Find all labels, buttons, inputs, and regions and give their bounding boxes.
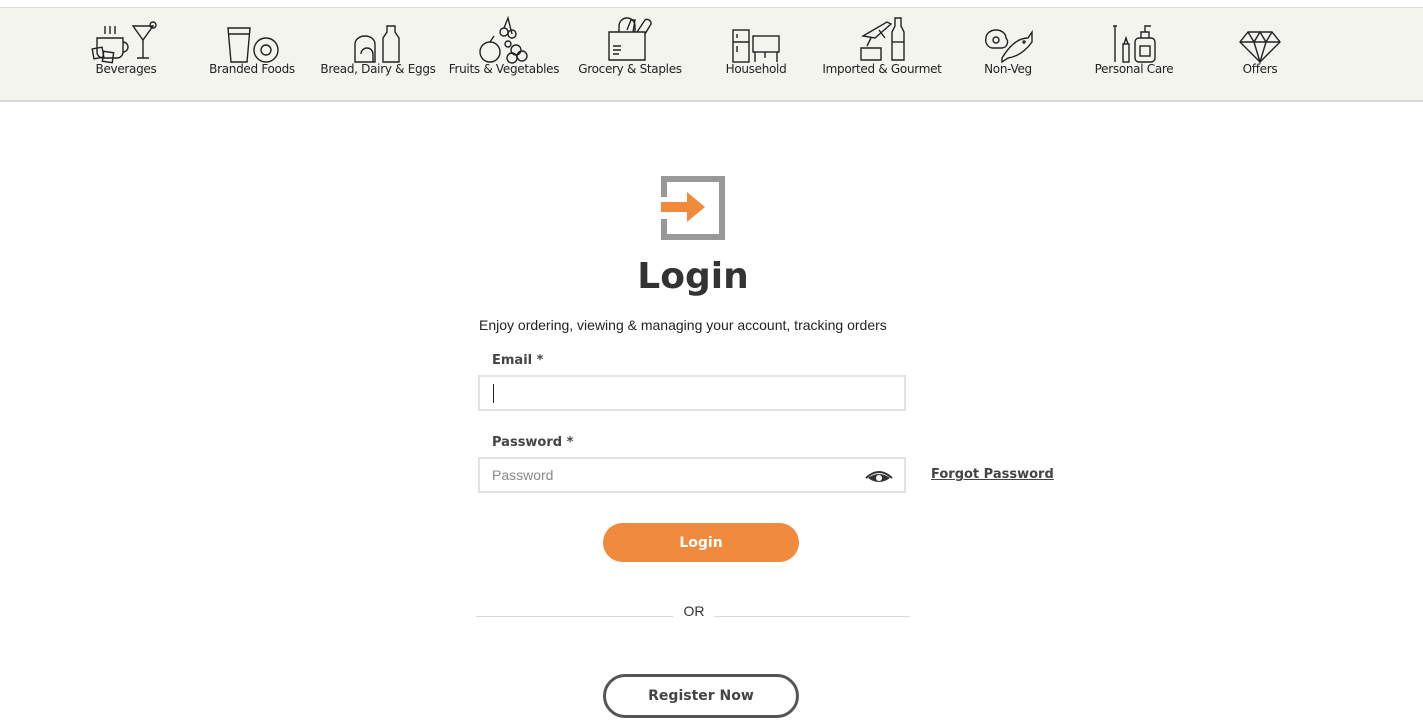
category-label: Household: [725, 62, 787, 76]
register-now-button[interactable]: Register Now: [603, 674, 799, 718]
category-label: Imported & Gourmet: [822, 62, 942, 76]
category-grocery-staples[interactable]: Grocery & Staples: [567, 8, 693, 102]
meat-fish-icon: [945, 16, 1071, 64]
category-label: Non-Veg: [984, 62, 1032, 76]
text-caret: [493, 384, 494, 403]
category-household[interactable]: Household: [693, 8, 819, 102]
beverages-icon: [63, 16, 189, 64]
top-border: [0, 0, 1423, 8]
category-bar: Beverages Branded Foods Bread, Dairy & E…: [0, 8, 1423, 102]
category-offers[interactable]: Offers: [1197, 8, 1323, 102]
grocery-bag-icon: [567, 16, 693, 64]
category-imported-gourmet[interactable]: Imported & Gourmet: [819, 8, 945, 102]
branded-foods-icon: [189, 16, 315, 64]
personal-care-icon: [1071, 16, 1197, 64]
category-label: Grocery & Staples: [578, 62, 682, 76]
category-bread-dairy-eggs[interactable]: Bread, Dairy & Eggs: [315, 8, 441, 102]
or-separator: OR: [683, 603, 705, 619]
login-arrow-icon: [661, 176, 725, 240]
category-label: Fruits & Vegetables: [448, 62, 560, 76]
page-title: Login: [637, 256, 749, 297]
password-label: Password *: [492, 435, 574, 450]
fruits-vegetables-icon: [441, 16, 567, 64]
category-fruits-vegetables[interactable]: Fruits & Vegetables: [441, 8, 567, 102]
category-branded-foods[interactable]: Branded Foods: [189, 8, 315, 102]
login-button[interactable]: Login: [603, 523, 799, 562]
category-label: Personal Care: [1094, 62, 1174, 76]
imported-gourmet-icon: [819, 16, 945, 64]
category-personal-care[interactable]: Personal Care: [1071, 8, 1197, 102]
category-label: Beverages: [95, 62, 157, 76]
forgot-password-link[interactable]: Forgot Password: [931, 467, 1054, 482]
password-field[interactable]: [478, 457, 906, 493]
category-non-veg[interactable]: Non-Veg: [945, 8, 1071, 102]
divider-right: [714, 616, 910, 617]
household-appliances-icon: [693, 16, 819, 64]
diamond-icon: [1197, 16, 1323, 64]
email-label: Email *: [492, 353, 544, 368]
login-subtitle: Enjoy ordering, viewing & managing your …: [479, 317, 887, 333]
category-label: Offers: [1242, 62, 1278, 76]
bread-dairy-icon: [315, 16, 441, 64]
divider-left: [476, 616, 673, 617]
category-beverages[interactable]: Beverages: [63, 8, 189, 102]
email-field[interactable]: [478, 375, 906, 411]
show-password-eye-icon[interactable]: [864, 466, 894, 486]
category-label: Bread, Dairy & Eggs: [320, 62, 436, 76]
category-label: Branded Foods: [209, 62, 295, 76]
